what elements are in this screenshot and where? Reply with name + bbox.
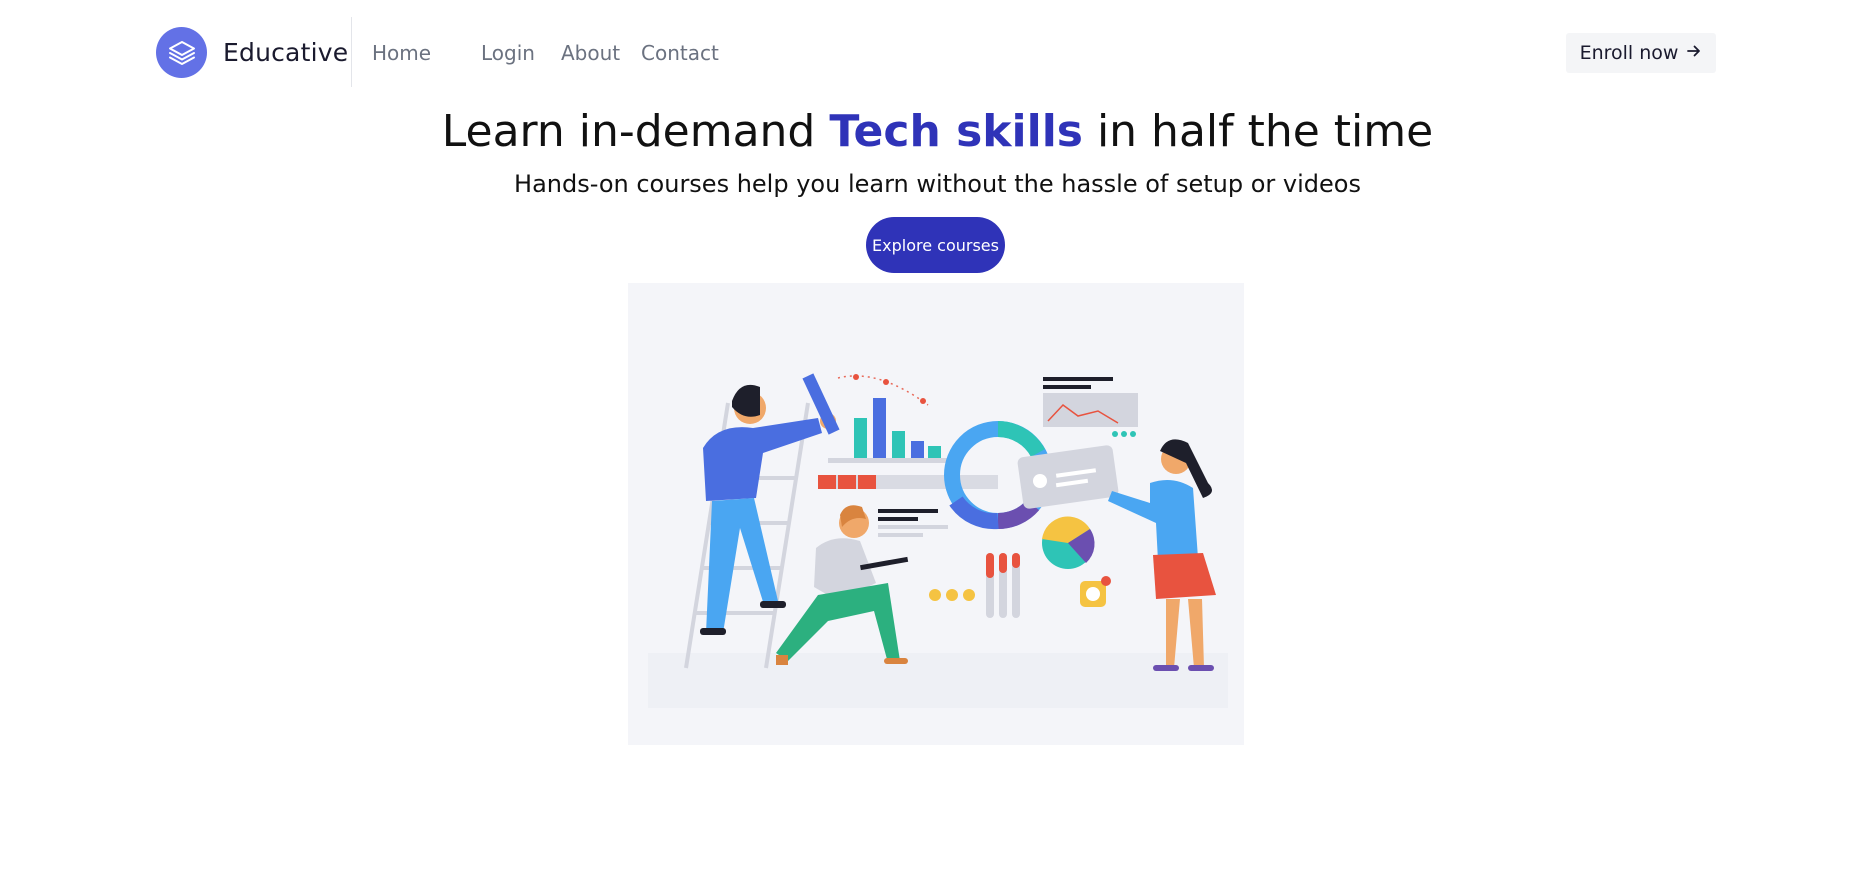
person-on-ladder (700, 384, 836, 635)
progress-bar-graphic (818, 475, 998, 489)
enroll-now-button[interactable]: Enroll now (1566, 33, 1716, 73)
nav-link-home[interactable]: Home (372, 41, 431, 65)
hero-title: Learn in-demand Tech skills in half the … (0, 102, 1875, 162)
text-lines-graphic (878, 509, 948, 537)
layers-icon (156, 27, 207, 78)
hero-title-end: in half the time (1082, 106, 1434, 157)
bar-chart-graphic (802, 373, 948, 463)
brand-name: Educative (223, 38, 349, 67)
brand-link[interactable]: Educative (156, 27, 348, 78)
hero-subtitle: Hands-on courses help you learn without … (514, 170, 1361, 198)
arrow-right-icon (1686, 43, 1702, 64)
nav-link-about[interactable]: About (561, 41, 620, 65)
person-with-card (1108, 439, 1216, 671)
nav-divider (351, 17, 352, 87)
vertical-bars-graphic (986, 553, 1020, 618)
hero-title-start: Learn in-demand (441, 106, 830, 157)
hero-title-highlight: Tech skills (829, 106, 1083, 157)
team-analytics-illustration (628, 283, 1244, 745)
explore-courses-button[interactable]: Explore courses (866, 217, 1005, 273)
line-chart-panel (1043, 377, 1138, 437)
nav-link-login[interactable]: Login (481, 41, 535, 65)
kneeling-person (776, 505, 909, 665)
nav-link-contact[interactable]: Contact (641, 41, 719, 65)
enroll-now-label: Enroll now (1579, 42, 1679, 64)
coins-graphic (929, 589, 975, 601)
navbar: Educative Home Login About Contact Enrol… (0, 0, 1875, 106)
chat-bubble-graphic (1080, 576, 1111, 607)
page: Educative Home Login About Contact Enrol… (0, 0, 1875, 892)
pie-chart-graphic (1042, 516, 1095, 569)
